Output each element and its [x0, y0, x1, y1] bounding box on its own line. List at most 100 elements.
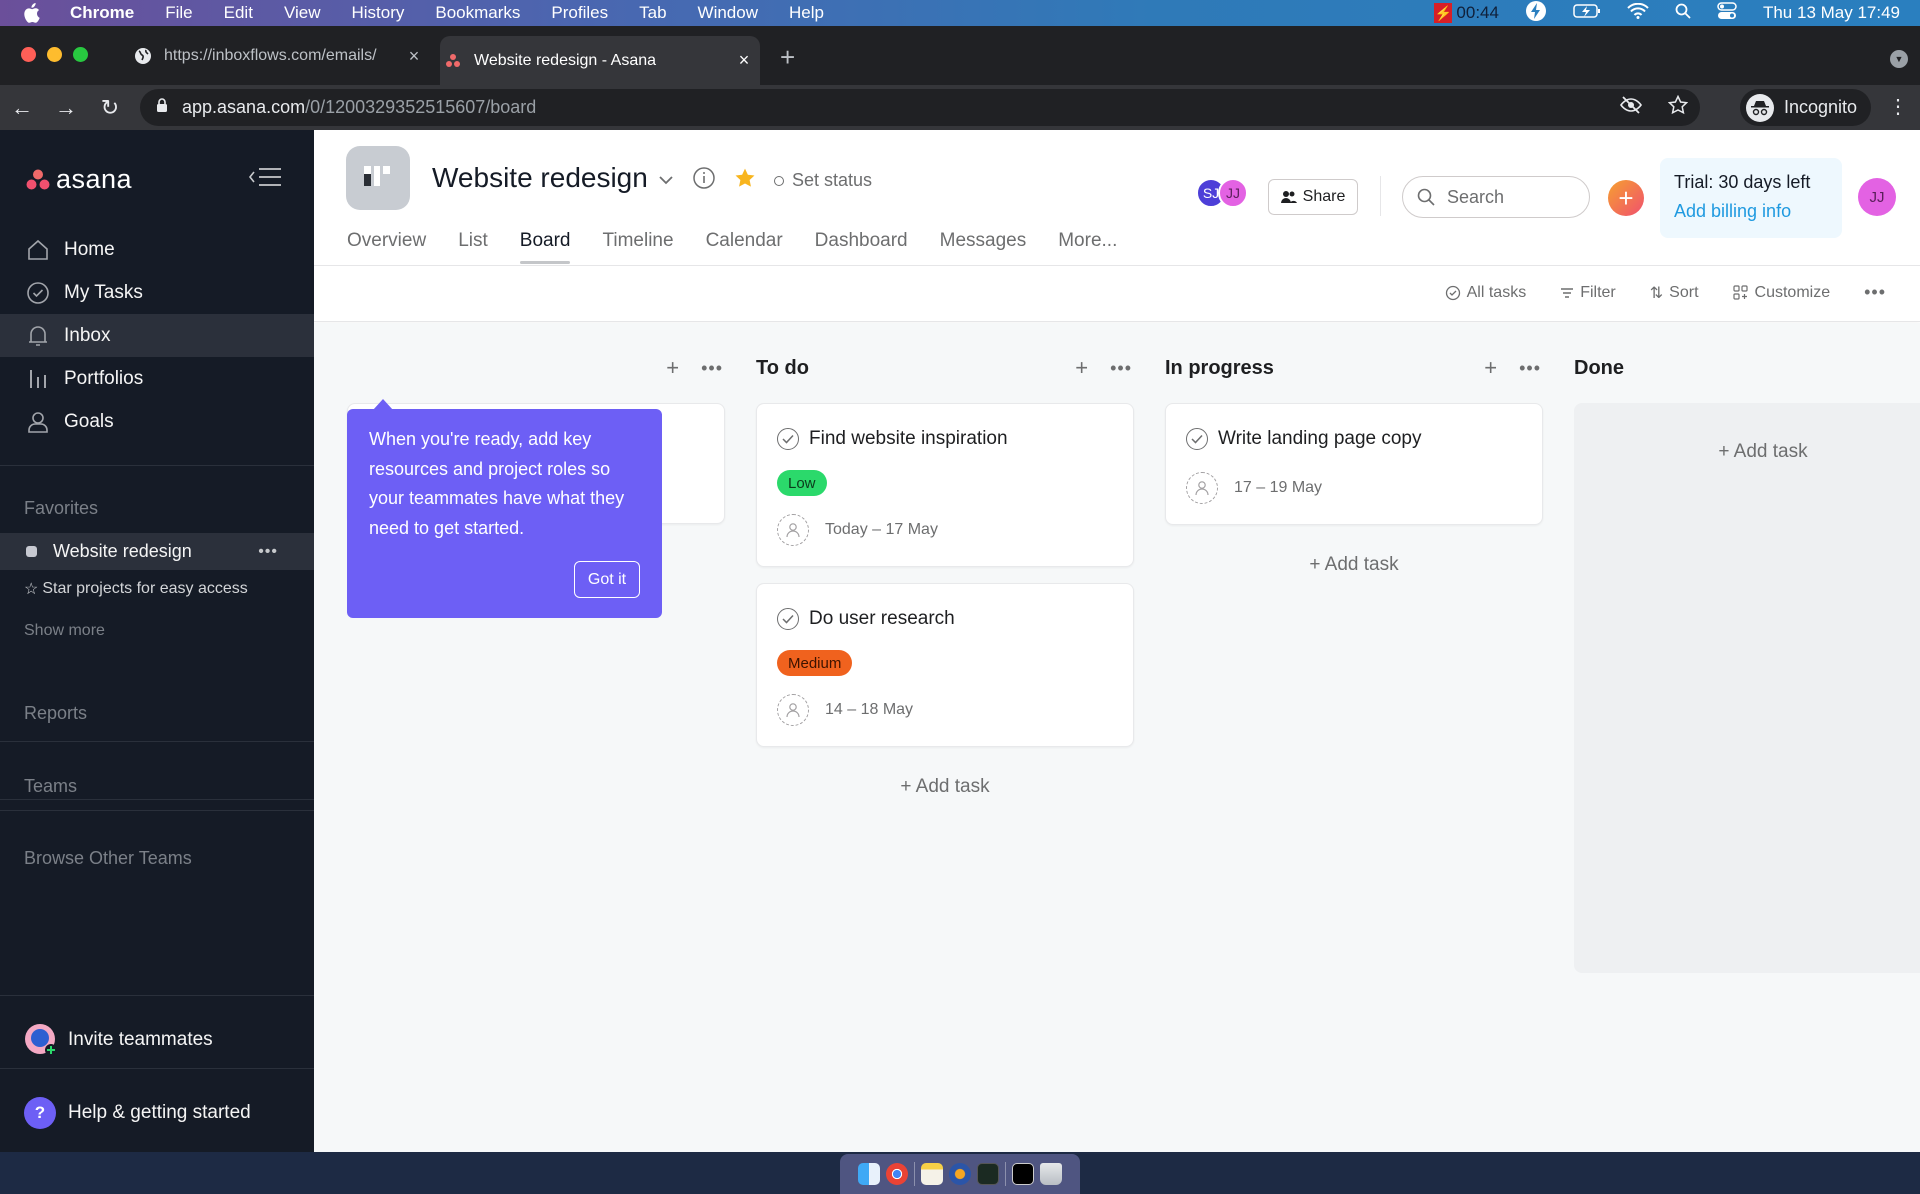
add-task-plus-icon[interactable]: +	[666, 355, 679, 381]
task-card[interactable]: Write landing page copy 17 – 19 May	[1165, 403, 1543, 525]
browse-other-teams-link[interactable]: Browse Other Teams	[24, 848, 192, 869]
due-date[interactable]: Today – 17 May	[825, 521, 938, 539]
menu-profiles[interactable]: Profiles	[551, 3, 608, 23]
add-task-button[interactable]: + Add task	[1165, 554, 1543, 576]
filter-button[interactable]: Filter	[1560, 284, 1616, 302]
recording-indicator[interactable]: ⚡ 00:44	[1434, 3, 1499, 23]
more-options-icon[interactable]: •••	[258, 543, 278, 561]
close-window-button[interactable]	[21, 47, 36, 62]
browser-tab-asana[interactable]: Website redesign - Asana ×	[440, 36, 760, 85]
notes-icon[interactable]	[921, 1163, 943, 1185]
customize-button[interactable]: Customize	[1732, 284, 1830, 302]
show-more-link[interactable]: Show more	[24, 622, 105, 640]
favorite-star-icon[interactable]	[734, 167, 756, 194]
asana-logo[interactable]: asana	[26, 164, 132, 195]
column-title[interactable]: Done	[1574, 357, 1624, 380]
tracking-blocked-eye-icon[interactable]	[1620, 96, 1642, 119]
minimize-window-button[interactable]	[47, 47, 62, 62]
address-bar[interactable]: app.asana.com/0/1200329352515607/board	[140, 89, 1700, 126]
task-card[interactable]: Find website inspiration Low Today – 17 …	[756, 403, 1134, 567]
assignee-placeholder-icon[interactable]	[1186, 472, 1218, 504]
sidebar-item-home[interactable]: Home	[0, 228, 314, 271]
bolt-app-dock-icon[interactable]	[949, 1163, 971, 1185]
tab-search-icon[interactable]: ▼	[1890, 50, 1908, 68]
spotlight-search-icon[interactable]	[1675, 3, 1691, 24]
back-icon[interactable]: ←	[10, 95, 34, 121]
maximize-window-button[interactable]	[73, 47, 88, 62]
got-it-button[interactable]: Got it	[574, 561, 640, 598]
column-more-icon[interactable]: •••	[701, 358, 723, 379]
column-title[interactable]: In progress	[1165, 357, 1274, 380]
menu-view[interactable]: View	[284, 3, 321, 23]
project-members[interactable]: SJ JJ	[1196, 178, 1248, 208]
reload-icon[interactable]: ↻	[98, 95, 122, 121]
teams-heading[interactable]: Teams	[24, 776, 77, 797]
tab-overview[interactable]: Overview	[347, 230, 426, 262]
sidebar-item-goals[interactable]: Goals	[0, 400, 314, 443]
invite-teammates-button[interactable]: Invite teammates	[24, 1023, 213, 1057]
share-button[interactable]: Share	[1268, 179, 1358, 215]
tab-more[interactable]: More...	[1058, 230, 1117, 262]
add-task-button[interactable]: + Add task	[756, 776, 1134, 798]
add-billing-link[interactable]: Add billing info	[1674, 201, 1842, 222]
sidebar-item-inbox[interactable]: Inbox	[0, 314, 314, 357]
complete-task-checkbox[interactable]	[777, 428, 799, 450]
wifi-icon[interactable]	[1627, 2, 1649, 24]
column-more-icon[interactable]: •••	[1110, 358, 1132, 379]
due-date[interactable]: 17 – 19 May	[1234, 479, 1322, 497]
menu-history[interactable]: History	[351, 3, 404, 23]
browser-tab-inboxflows[interactable]: https://inboxflows.com/emails/ ×	[130, 36, 430, 76]
chrome-icon[interactable]	[886, 1163, 908, 1185]
close-tab-icon[interactable]: ×	[734, 50, 754, 71]
set-status-button[interactable]: Set status	[774, 170, 872, 191]
menu-app-name[interactable]: Chrome	[70, 3, 134, 23]
url-text[interactable]: app.asana.com/0/1200329352515607/board	[182, 97, 536, 118]
sidebar-item-portfolios[interactable]: Portfolios	[0, 357, 314, 400]
menu-help[interactable]: Help	[789, 3, 824, 23]
tab-board[interactable]: Board	[519, 230, 570, 264]
add-task-plus-icon[interactable]: +	[1075, 355, 1088, 381]
apple-icon[interactable]	[22, 3, 42, 23]
collapse-sidebar-icon[interactable]	[248, 166, 284, 193]
tab-messages[interactable]: Messages	[940, 230, 1027, 262]
tab-dashboard[interactable]: Dashboard	[815, 230, 908, 262]
tab-calendar[interactable]: Calendar	[706, 230, 783, 262]
all-tasks-button[interactable]: All tasks	[1445, 284, 1526, 302]
project-title[interactable]: Website redesign	[432, 162, 648, 194]
info-icon[interactable]	[692, 166, 716, 195]
quick-add-button[interactable]: +	[1608, 180, 1644, 216]
assignee-placeholder-icon[interactable]	[777, 514, 809, 546]
column-more-icon[interactable]: •••	[1519, 358, 1541, 379]
reports-heading[interactable]: Reports	[24, 703, 87, 724]
add-task-plus-icon[interactable]: +	[1484, 355, 1497, 381]
clock[interactable]: Thu 13 May 17:49	[1763, 3, 1900, 23]
menu-file[interactable]: File	[165, 3, 192, 23]
trash-icon[interactable]	[1040, 1163, 1062, 1185]
assignee-placeholder-icon[interactable]	[777, 694, 809, 726]
favorite-project-website-redesign[interactable]: Website redesign •••	[0, 533, 314, 570]
project-board-icon[interactable]	[346, 146, 410, 210]
search-input[interactable]: Search	[1402, 176, 1590, 218]
chevron-down-icon[interactable]	[658, 172, 674, 190]
help-getting-started-button[interactable]: ? Help & getting started	[24, 1097, 251, 1129]
sort-button[interactable]: ⇅ Sort	[1650, 283, 1699, 303]
column-title[interactable]: To do	[756, 357, 809, 380]
new-tab-button[interactable]: +	[780, 44, 795, 70]
document-preview-icon[interactable]	[1012, 1163, 1034, 1185]
control-center-icon[interactable]	[1717, 1, 1737, 25]
finder-icon[interactable]	[858, 1163, 880, 1185]
member-avatar[interactable]: JJ	[1218, 178, 1248, 208]
favorites-heading[interactable]: Favorites	[24, 498, 98, 519]
tab-list[interactable]: List	[458, 230, 488, 262]
sidebar-item-my-tasks[interactable]: My Tasks	[0, 271, 314, 314]
due-date[interactable]: 14 – 18 May	[825, 701, 913, 719]
add-task-button[interactable]: + Add task	[1574, 441, 1920, 463]
menu-window[interactable]: Window	[698, 3, 758, 23]
close-tab-icon[interactable]: ×	[404, 46, 424, 67]
forward-icon[interactable]: →	[54, 95, 78, 121]
menu-tab[interactable]: Tab	[639, 3, 666, 23]
incognito-profile-button[interactable]: Incognito	[1740, 89, 1872, 126]
menu-edit[interactable]: Edit	[224, 3, 253, 23]
user-avatar[interactable]: JJ	[1858, 178, 1896, 216]
complete-task-checkbox[interactable]	[777, 608, 799, 630]
